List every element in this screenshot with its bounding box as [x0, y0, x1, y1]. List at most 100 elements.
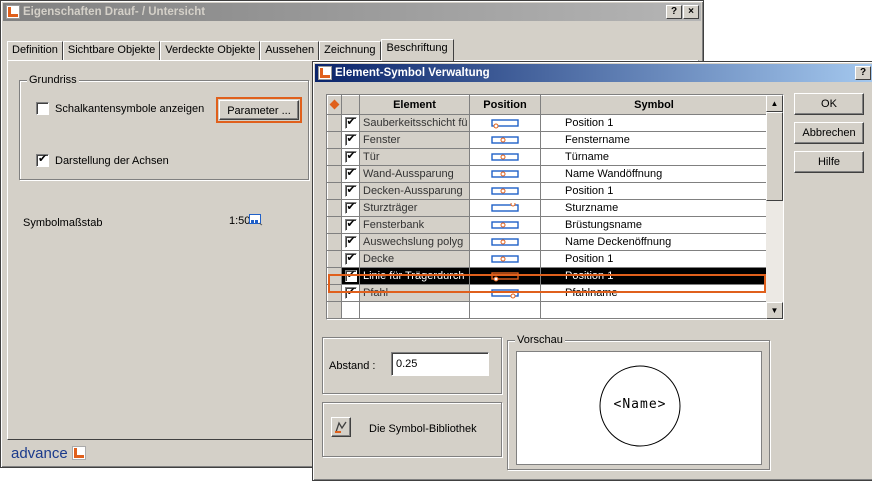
schalkanten-checkbox[interactable]: [36, 102, 49, 115]
grid-vertical-scrollbar[interactable]: ▲ ▼: [766, 95, 783, 319]
element-row[interactable]: Fenster Fenstername: [327, 131, 768, 149]
element-visible-checkbox[interactable]: [344, 252, 357, 266]
element-row[interactable]: Sauberkeitsschicht fü Position 1: [327, 114, 768, 132]
element-name[interactable]: Linie für Trägerdurch: [359, 267, 470, 285]
achsen-label: Darstellung der Achsen: [55, 154, 169, 167]
row-header[interactable]: [327, 182, 342, 200]
element-name[interactable]: Auswechslung polyg: [359, 233, 470, 251]
element-symbol-name[interactable]: Position 1: [540, 250, 768, 268]
element-symbol-name[interactable]: Brüstungsname: [540, 216, 768, 234]
row-header[interactable]: [327, 131, 342, 149]
tab-zeichnung[interactable]: Zeichnung: [319, 41, 381, 60]
tab-aussehen[interactable]: Aussehen: [260, 41, 320, 60]
scroll-thumb[interactable]: [766, 112, 783, 201]
element-visible-checkbox[interactable]: [344, 116, 357, 130]
element-symbol-name[interactable]: Fenstername: [540, 131, 768, 149]
row-header[interactable]: [327, 250, 342, 268]
element-symbol-name[interactable]: Position 1: [540, 114, 768, 132]
element-name[interactable]: Pfahl: [359, 284, 470, 302]
achsen-checkbox[interactable]: [36, 153, 49, 167]
element-visible-checkbox[interactable]: [344, 150, 357, 164]
dialog-title-bar[interactable]: Element-Symbol Verwaltung ?: [315, 64, 872, 82]
column-header-symbol[interactable]: Symbol: [540, 95, 768, 115]
element-position-cell[interactable]: [469, 131, 541, 149]
element-symbol-name[interactable]: Position 1: [540, 182, 768, 200]
ok-button[interactable]: OK: [794, 93, 864, 115]
element-symbol-name[interactable]: Name Wandöffnung: [540, 165, 768, 183]
element-name[interactable]: Decken-Aussparung: [359, 182, 470, 200]
element-row[interactable]: Tür Türname: [327, 148, 768, 166]
schalkanten-checkbox-row[interactable]: Schalkantensymbole anzeigen: [36, 102, 204, 115]
element-name[interactable]: Decke: [359, 250, 470, 268]
element-row[interactable]: Linie für Trägerdurch Position 1: [327, 267, 768, 285]
library-button-icon[interactable]: [331, 417, 351, 437]
element-visible-checkbox[interactable]: [344, 218, 357, 232]
element-position-cell[interactable]: [469, 267, 541, 285]
element-name[interactable]: Wand-Aussparung: [359, 165, 470, 183]
row-header[interactable]: [327, 284, 342, 302]
element-symbol-name[interactable]: Position 1: [540, 267, 768, 285]
element-symbol-name[interactable]: Name Deckenöffnung: [540, 233, 768, 251]
scroll-up-button[interactable]: ▲: [766, 95, 783, 112]
row-header[interactable]: [327, 148, 342, 166]
element-row[interactable]: Wand-Aussparung Name Wandöffnung: [327, 165, 768, 183]
element-row[interactable]: Auswechslung polyg Name Deckenöffnung: [327, 233, 768, 251]
library-button-label[interactable]: Die Symbol-Bibliothek: [369, 423, 477, 435]
element-name[interactable]: Fensterbank: [359, 216, 470, 234]
tab-definition[interactable]: Definition: [7, 41, 63, 60]
element-position-cell[interactable]: [469, 182, 541, 200]
row-header[interactable]: [327, 267, 342, 285]
dialog-help-title-button[interactable]: ?: [855, 66, 871, 80]
empty-cell: [359, 301, 470, 319]
element-name[interactable]: Tür: [359, 148, 470, 166]
properties-close-button[interactable]: ×: [683, 5, 699, 19]
row-checkbox-cell: [341, 148, 360, 166]
tab-beschriftung[interactable]: Beschriftung: [380, 39, 454, 61]
element-position-cell[interactable]: [469, 284, 541, 302]
element-symbol-name[interactable]: Pfahlname: [540, 284, 768, 302]
help-button[interactable]: Hilfe: [794, 151, 864, 173]
row-header[interactable]: [327, 199, 342, 217]
row-header[interactable]: [327, 233, 342, 251]
row-header[interactable]: [327, 165, 342, 183]
element-visible-checkbox[interactable]: [344, 269, 357, 283]
element-position-cell[interactable]: [469, 165, 541, 183]
element-position-cell[interactable]: [469, 216, 541, 234]
achsen-checkbox-row[interactable]: Darstellung der Achsen: [36, 153, 169, 167]
row-header[interactable]: [327, 216, 342, 234]
element-visible-checkbox[interactable]: [344, 286, 357, 300]
column-header-position[interactable]: Position: [469, 95, 541, 115]
tab-sichtbare-objekte[interactable]: Sichtbare Objekte: [62, 41, 161, 60]
properties-title-bar[interactable]: Eigenschaften Drauf- / Untersicht ? ×: [3, 3, 701, 21]
scale-picker-icon[interactable]: [249, 214, 263, 226]
element-visible-checkbox[interactable]: [344, 235, 357, 249]
element-name[interactable]: Fenster: [359, 131, 470, 149]
row-header[interactable]: [327, 114, 342, 132]
element-visible-checkbox[interactable]: [344, 184, 357, 198]
tab-verdeckte-objekte[interactable]: Verdeckte Objekte: [160, 41, 261, 60]
element-row[interactable]: Pfahl Pfahlname: [327, 284, 768, 302]
element-visible-checkbox[interactable]: [344, 201, 357, 215]
element-position-cell[interactable]: [469, 233, 541, 251]
element-position-cell[interactable]: [469, 114, 541, 132]
element-visible-checkbox[interactable]: [344, 133, 357, 147]
element-row[interactable]: Decken-Aussparung Position 1: [327, 182, 768, 200]
element-visible-checkbox[interactable]: [344, 167, 357, 181]
position-marker-icon: [491, 288, 519, 299]
column-header-element[interactable]: Element: [359, 95, 470, 115]
element-name[interactable]: Sauberkeitsschicht fü: [359, 114, 470, 132]
element-position-cell[interactable]: [469, 199, 541, 217]
element-row[interactable]: Sturzträger Sturzname: [327, 199, 768, 217]
scroll-down-button[interactable]: ▼: [766, 302, 783, 319]
abstand-input[interactable]: [391, 352, 489, 376]
element-symbol-name[interactable]: Sturzname: [540, 199, 768, 217]
element-symbol-name[interactable]: Türname: [540, 148, 768, 166]
element-row[interactable]: Decke Position 1: [327, 250, 768, 268]
cancel-button[interactable]: Abbrechen: [794, 122, 864, 144]
element-name[interactable]: Sturzträger: [359, 199, 470, 217]
parameter-button[interactable]: Parameter ...: [219, 100, 299, 120]
properties-help-button[interactable]: ?: [666, 5, 682, 19]
element-row[interactable]: Fensterbank Brüstungsname: [327, 216, 768, 234]
element-position-cell[interactable]: [469, 250, 541, 268]
element-position-cell[interactable]: [469, 148, 541, 166]
